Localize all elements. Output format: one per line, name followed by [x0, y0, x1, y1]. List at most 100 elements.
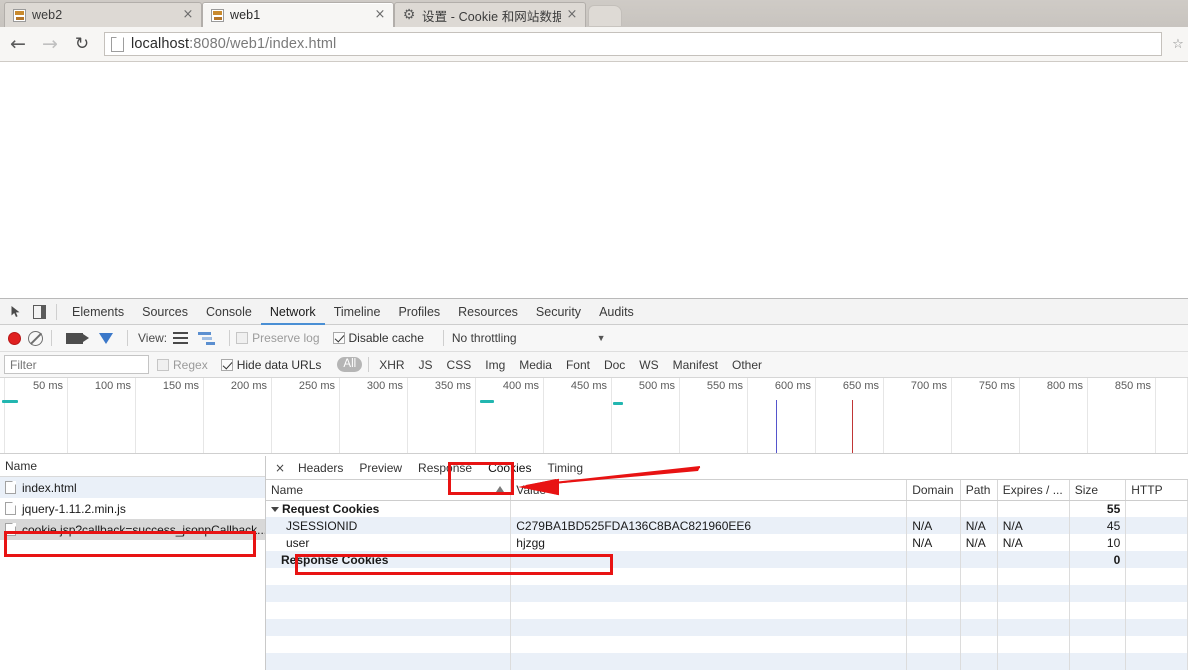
- column-header-expires[interactable]: Expires / ...: [997, 480, 1070, 501]
- inspect-element-icon[interactable]: [6, 302, 28, 322]
- table-row[interactable]: JSESSIONID C279BA1BD525FDA136C8BAC821960…: [266, 517, 1188, 534]
- device-toolbar-icon[interactable]: [28, 302, 50, 322]
- tab-timeline[interactable]: Timeline: [325, 299, 390, 325]
- tab-resources[interactable]: Resources: [449, 299, 527, 325]
- tab-console[interactable]: Console: [197, 299, 261, 325]
- timeline-tick: 350 ms: [408, 378, 476, 453]
- filter-type-ws[interactable]: WS: [632, 358, 665, 372]
- browser-tab-web2[interactable]: web2 ×: [4, 2, 202, 27]
- column-header-name[interactable]: Name: [266, 480, 512, 501]
- gear-icon: ⚙: [402, 7, 416, 23]
- table-row-group-response-cookies[interactable]: Response Cookies 0: [266, 551, 1188, 568]
- address-bar[interactable]: localhost:8080/web1/index.html: [104, 32, 1162, 56]
- timeline-tick: 500 ms: [612, 378, 680, 453]
- timeline-tick: 550 ms: [680, 378, 748, 453]
- funnel-icon[interactable]: [99, 332, 113, 344]
- timeline-bar: [2, 400, 18, 403]
- disable-cache-checkbox[interactable]: Disable cache: [332, 331, 424, 345]
- reload-icon[interactable]: ↻: [68, 30, 96, 58]
- filter-type-font[interactable]: Font: [559, 358, 597, 372]
- table-header-row: Name Value Domain Path Expires / ... Siz…: [266, 480, 1188, 501]
- new-tab-button[interactable]: [588, 5, 622, 26]
- list-item[interactable]: index.html: [0, 477, 265, 498]
- browser-tab-settings[interactable]: ⚙ 设置 - Cookie 和网站数据 ×: [394, 2, 586, 27]
- triangle-down-icon[interactable]: [271, 507, 279, 513]
- back-icon[interactable]: ←: [4, 30, 32, 58]
- clear-icon[interactable]: [28, 330, 43, 346]
- throttling-select[interactable]: No throttling ▼: [452, 331, 632, 345]
- close-icon[interactable]: ×: [181, 8, 195, 22]
- regex-label: Regex: [173, 357, 208, 372]
- cell-name: JSESSIONID: [266, 517, 512, 534]
- waterfall-view-icon[interactable]: [198, 332, 216, 345]
- list-item[interactable]: cookie.jsp?callback=success_jsonpCallbac…: [0, 519, 265, 540]
- table-row[interactable]: user hjzgg N/A N/A N/A 10: [266, 534, 1188, 551]
- close-icon[interactable]: ×: [565, 8, 579, 22]
- column-header-size[interactable]: Size: [1069, 480, 1127, 501]
- filter-type-other[interactable]: Other: [725, 358, 769, 372]
- network-overview-timeline[interactable]: 50 ms 100 ms 150 ms 200 ms 250 ms 300 ms…: [0, 378, 1188, 454]
- tab-network[interactable]: Network: [261, 299, 325, 325]
- cell-value: [510, 500, 908, 517]
- regex-checkbox[interactable]: Regex: [157, 358, 208, 372]
- filter-type-img[interactable]: Img: [478, 358, 512, 372]
- document-icon: [5, 523, 16, 536]
- timeline-tick: 850 ms: [1088, 378, 1156, 453]
- tab-headers[interactable]: Headers: [290, 457, 351, 479]
- tab-profiles[interactable]: Profiles: [389, 299, 449, 325]
- devtools-tab-bar: Elements Sources Console Network Timelin…: [0, 299, 1188, 325]
- tab-elements[interactable]: Elements: [63, 299, 133, 325]
- close-icon[interactable]: ×: [272, 461, 288, 475]
- page-info-icon: [111, 36, 124, 52]
- column-header-http[interactable]: HTTP: [1125, 480, 1188, 501]
- filter-type-media[interactable]: Media: [512, 358, 559, 372]
- filter-type-js[interactable]: JS: [412, 358, 440, 372]
- cell-http: [1125, 551, 1188, 568]
- tab-preview[interactable]: Preview: [351, 457, 410, 479]
- table-row-group-request-cookies[interactable]: Request Cookies 55: [266, 500, 1188, 517]
- devtools-tabs: Elements Sources Console Network Timelin…: [63, 299, 643, 325]
- divider: [442, 330, 444, 346]
- cell-value: hjzgg: [510, 534, 908, 551]
- preserve-log-checkbox[interactable]: Preserve log: [236, 331, 320, 345]
- filter-type-doc[interactable]: Doc: [597, 358, 632, 372]
- search-input[interactable]: [4, 355, 149, 374]
- cell-expires: N/A: [997, 534, 1070, 551]
- request-name: jquery-1.11.2.min.js: [22, 501, 126, 516]
- group-label: Request Cookies: [266, 500, 512, 517]
- filter-type-xhr[interactable]: XHR: [372, 358, 411, 372]
- table-row-filler: [266, 619, 1188, 636]
- tab-response[interactable]: Response: [410, 457, 480, 479]
- filter-type-all[interactable]: All: [337, 357, 363, 372]
- column-header-value[interactable]: Value: [510, 480, 908, 501]
- list-view-icon[interactable]: [173, 332, 189, 344]
- hide-data-urls-checkbox[interactable]: Hide data URLs: [220, 358, 321, 372]
- record-button-icon[interactable]: [8, 331, 21, 345]
- throttling-value: No throttling: [451, 331, 517, 345]
- tab-timing[interactable]: Timing: [539, 457, 591, 479]
- divider: [127, 330, 128, 346]
- cell-domain: N/A: [906, 517, 961, 534]
- forward-icon[interactable]: →: [36, 30, 64, 58]
- tab-cookies[interactable]: Cookies: [480, 457, 539, 479]
- bookmark-star-icon[interactable]: ☆: [1168, 37, 1188, 52]
- filter-type-manifest[interactable]: Manifest: [666, 358, 725, 372]
- tab-audits[interactable]: Audits: [590, 299, 643, 325]
- list-item[interactable]: jquery-1.11.2.min.js: [0, 498, 265, 519]
- tab-security[interactable]: Security: [527, 299, 590, 325]
- timeline-tick: 750 ms: [952, 378, 1020, 453]
- document-icon: [5, 481, 16, 494]
- column-header-domain[interactable]: Domain: [906, 480, 961, 501]
- browser-tab-web1[interactable]: web1 ×: [202, 2, 394, 27]
- tab-sources[interactable]: Sources: [133, 299, 197, 325]
- close-icon[interactable]: ×: [373, 8, 387, 22]
- filter-type-css[interactable]: CSS: [440, 358, 479, 372]
- timeline-tick: 150 ms: [136, 378, 204, 453]
- cell-path: N/A: [960, 534, 998, 551]
- cell-expires: [997, 500, 1070, 517]
- cell-path: [960, 500, 998, 517]
- column-header-path[interactable]: Path: [960, 480, 998, 501]
- chevron-down-icon: ▼: [596, 333, 606, 343]
- dom-content-loaded-line: [776, 400, 777, 453]
- camera-icon[interactable]: [66, 332, 89, 344]
